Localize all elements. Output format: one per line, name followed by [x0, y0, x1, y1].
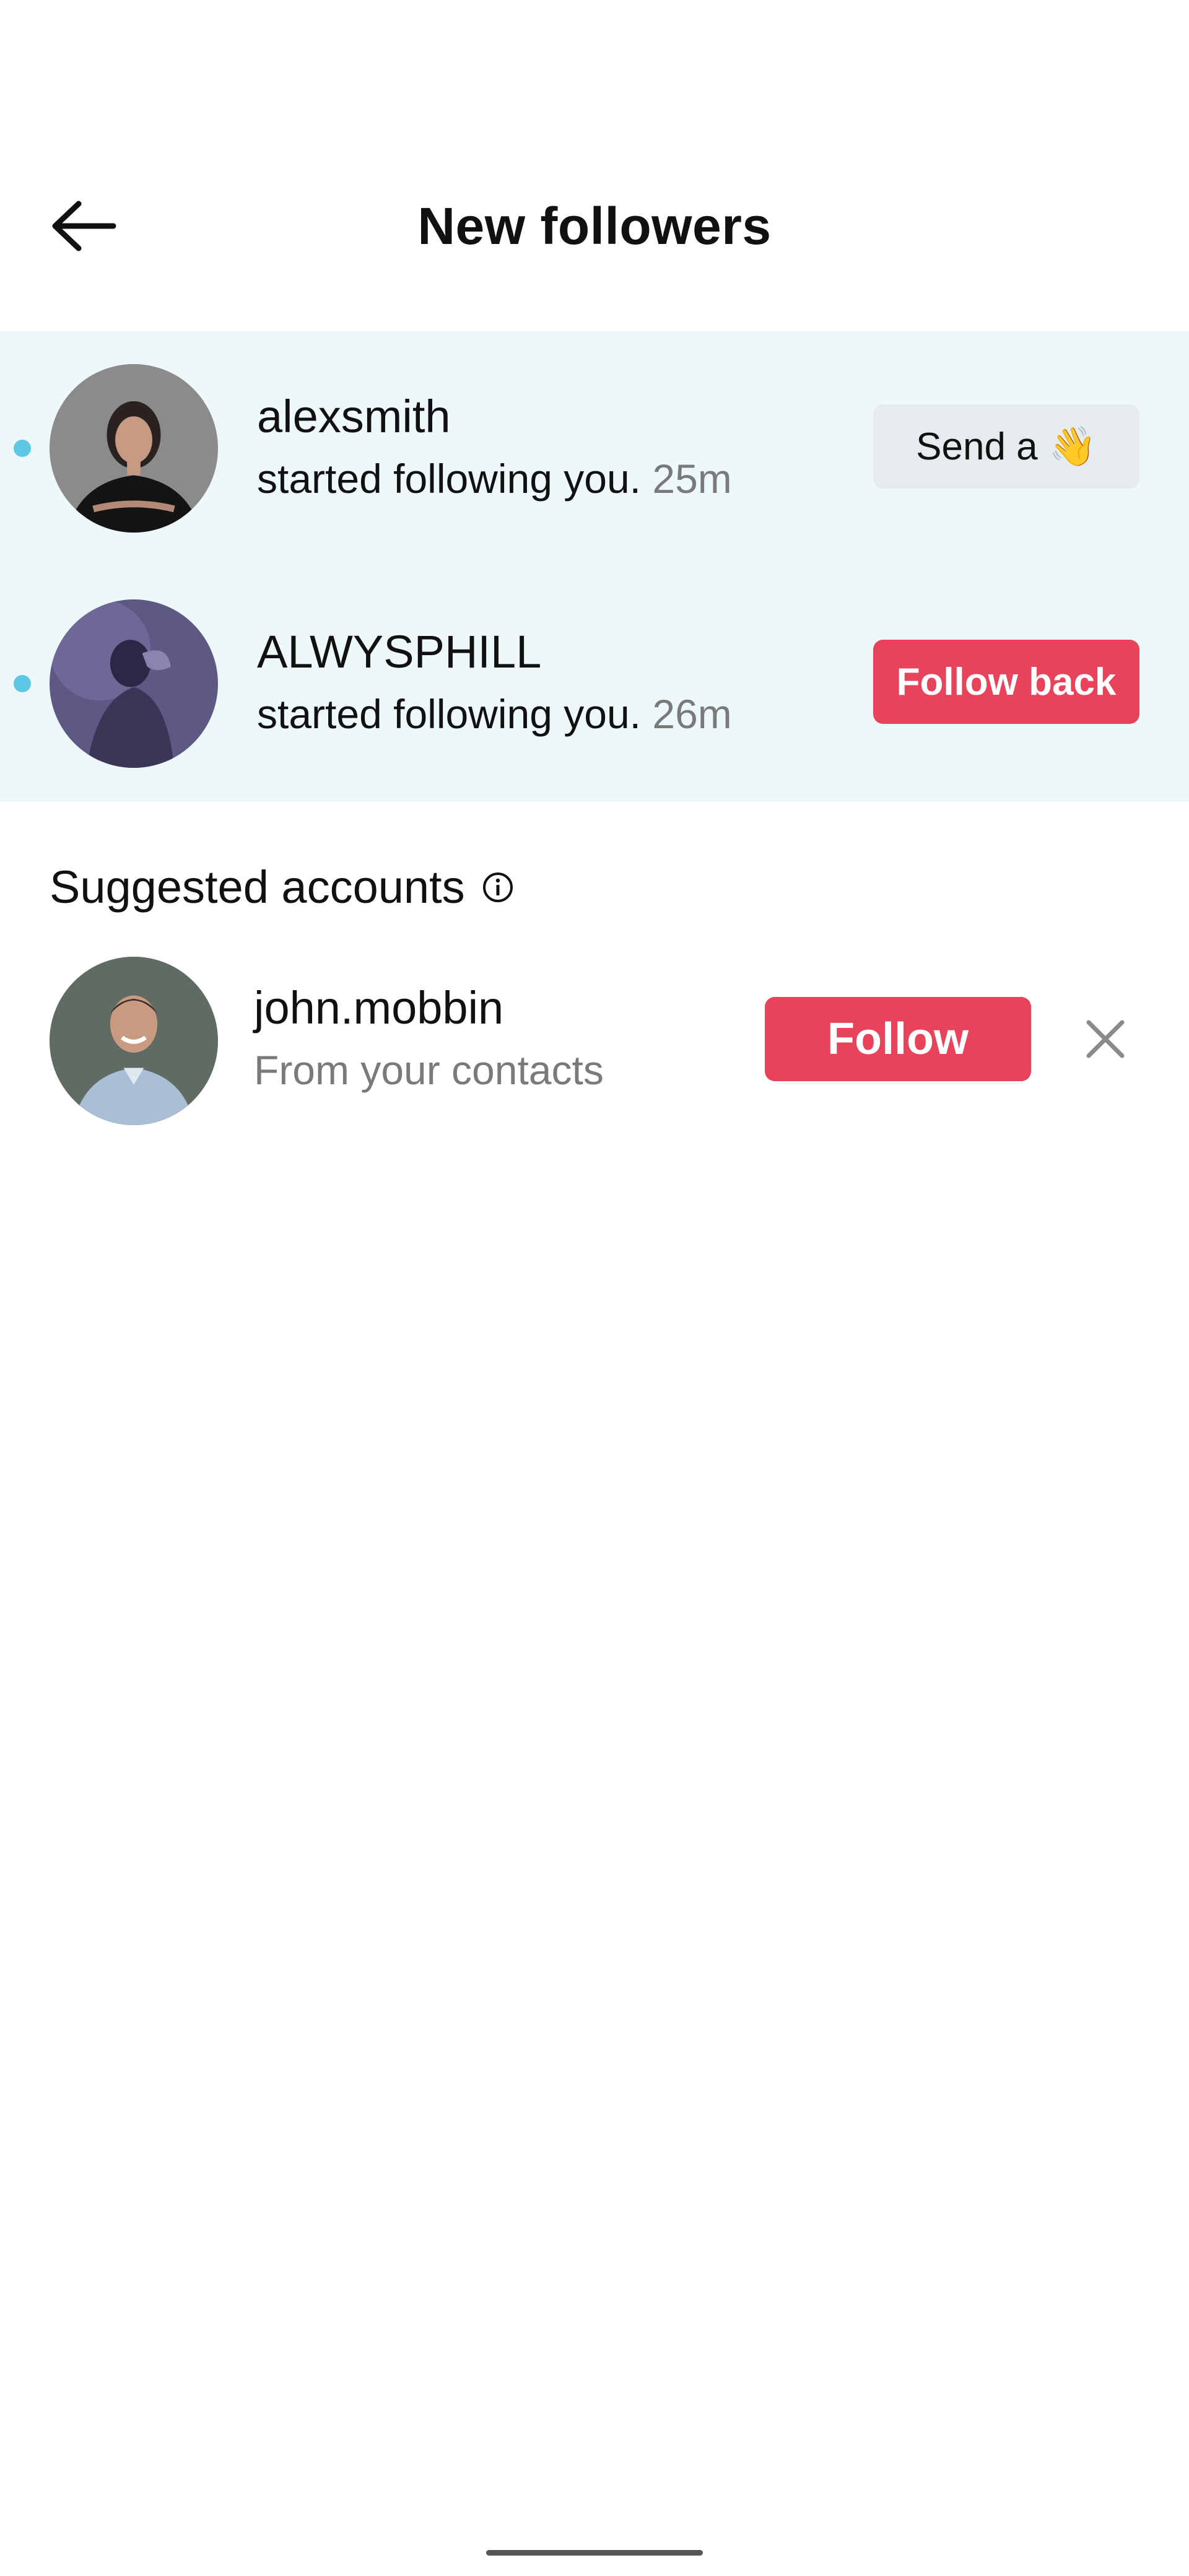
follow-button[interactable]: Follow	[765, 997, 1031, 1081]
arrow-left-icon	[52, 201, 116, 251]
suggested-reason: From your contacts	[254, 1047, 604, 1093]
avatar-image	[50, 364, 218, 533]
suggested-account-row[interactable]: john.mobbin From your contacts Follow	[0, 954, 1189, 1127]
suggested-username[interactable]: john.mobbin	[254, 981, 503, 1034]
waving-hand-icon: 👋	[1048, 425, 1097, 468]
section-title: Suggested accounts	[50, 861, 465, 913]
avatar-image	[50, 599, 218, 768]
home-indicator[interactable]	[486, 2550, 703, 2556]
follower-username[interactable]: alexsmith	[257, 390, 451, 443]
avatar[interactable]	[50, 364, 218, 533]
follower-username[interactable]: ALWYSPHILL	[257, 625, 541, 678]
follower-row[interactable]: ALWYSPHILL started following you. 26m Fo…	[0, 567, 1189, 802]
follower-activity: started following you. 26m	[257, 690, 732, 738]
back-button[interactable]	[43, 186, 124, 266]
follower-activity: started following you. 25m	[257, 455, 732, 502]
activity-time: 25m	[652, 456, 732, 502]
avatar[interactable]	[50, 599, 218, 768]
unread-indicator	[14, 440, 31, 457]
top-bar: New followers	[0, 149, 1189, 303]
info-circle-icon[interactable]	[481, 871, 515, 904]
activity-text: started following you.	[257, 691, 642, 737]
send-wave-label: Send a	[916, 425, 1038, 468]
follow-back-button[interactable]: Follow back	[873, 640, 1139, 724]
activity-text: started following you.	[257, 456, 642, 502]
avatar-image	[50, 957, 218, 1125]
close-icon	[1086, 1020, 1125, 1058]
suggested-accounts-header: Suggested accounts	[50, 861, 515, 913]
new-followers-list: alexsmith started following you. 25m Sen…	[0, 331, 1189, 802]
activity-time: 26m	[652, 691, 732, 737]
avatar[interactable]	[50, 957, 218, 1125]
send-wave-button[interactable]: Send a 👋	[873, 404, 1139, 489]
follower-row[interactable]: alexsmith started following you. 25m Sen…	[0, 331, 1189, 567]
page-title: New followers	[417, 197, 772, 255]
dismiss-suggestion-button[interactable]	[1071, 1005, 1139, 1073]
unread-indicator	[14, 675, 31, 692]
